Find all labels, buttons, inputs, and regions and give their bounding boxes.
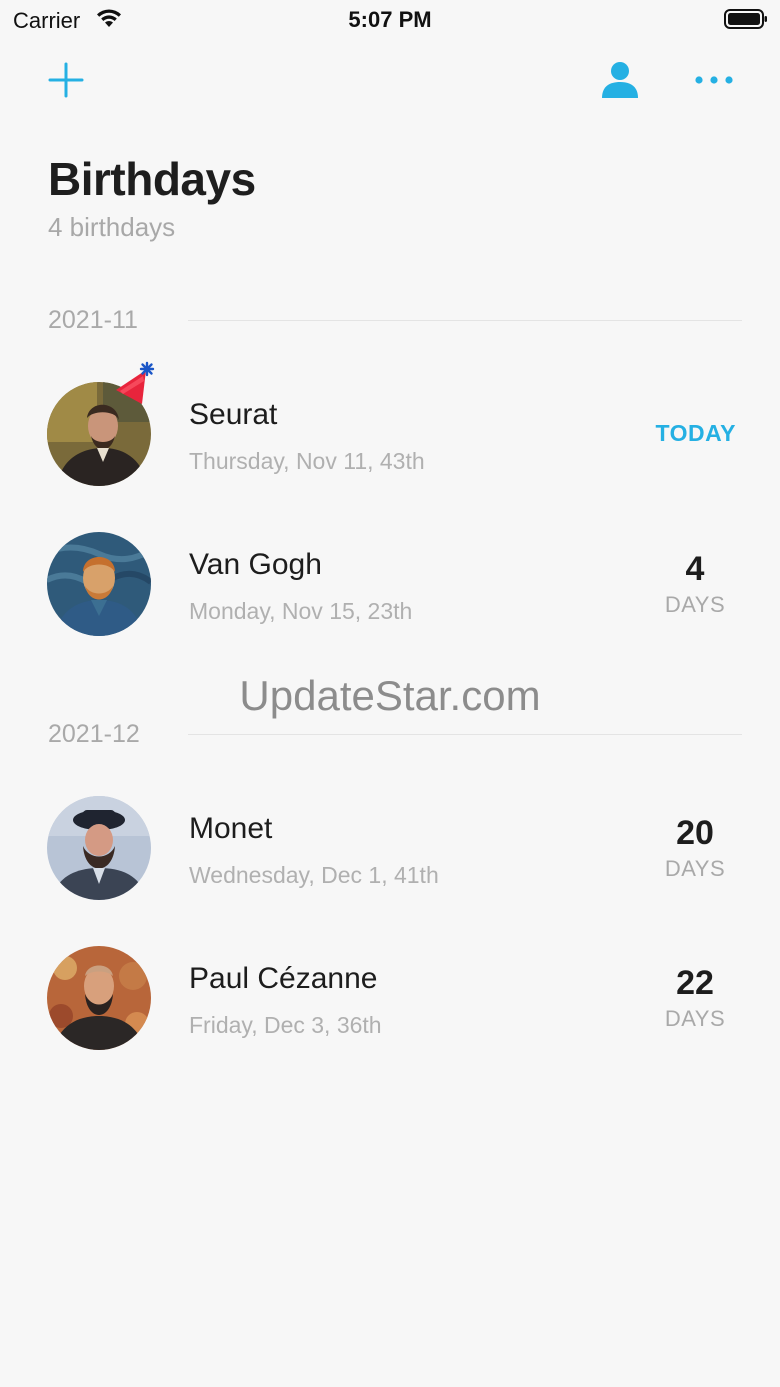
profile-button[interactable] — [598, 58, 642, 107]
row-name: Seurat — [189, 398, 278, 431]
avatar-van-gogh — [47, 532, 151, 636]
section-header-2021-12: 2021-12 — [48, 720, 140, 748]
days-count: 4 — [685, 550, 705, 588]
days-label: DAYS — [664, 856, 726, 881]
today-badge: TODAY — [655, 420, 736, 446]
battery-icon — [724, 8, 768, 35]
days-count: 20 — [676, 814, 714, 852]
more-button[interactable] — [692, 70, 736, 95]
birthday-row-seurat[interactable]: Seurat Thursday, Nov 11, 43th TODAY — [0, 361, 780, 502]
page-title: Birthdays — [48, 153, 256, 205]
birthday-row-monet[interactable]: Monet Wednesday, Dec 1, 41th 20 DAYS — [0, 796, 780, 916]
section-divider — [188, 320, 742, 321]
status-time: 5:07 PM — [348, 7, 432, 32]
avatar-paul-cezanne — [47, 946, 151, 1050]
section-header-2021-11: 2021-11 — [48, 306, 138, 334]
person-icon — [602, 62, 638, 98]
row-name: Van Gogh — [189, 548, 322, 581]
row-name: Paul Cézanne — [189, 962, 378, 995]
avatar-monet — [47, 796, 151, 900]
add-button[interactable] — [44, 58, 88, 107]
ellipsis-icon — [695, 76, 733, 84]
row-date: Friday, Dec 3, 36th — [189, 1012, 382, 1038]
row-date: Monday, Nov 15, 23th — [189, 598, 413, 624]
days-label: DAYS — [664, 592, 726, 617]
status-bar: Carrier 5:07 PM — [0, 0, 780, 40]
days-count: 22 — [676, 964, 714, 1002]
plus-icon — [48, 62, 84, 98]
watermark-text: UpdateStar.com — [239, 672, 541, 719]
birthday-row-van-gogh[interactable]: Van Gogh Monday, Nov 15, 23th 4 DAYS — [0, 532, 780, 652]
row-date: Wednesday, Dec 1, 41th — [189, 862, 439, 888]
row-date: Thursday, Nov 11, 43th — [189, 448, 425, 474]
row-name: Monet — [189, 812, 273, 845]
days-label: DAYS — [664, 1006, 726, 1031]
birthday-count: 4 birthdays — [48, 212, 176, 242]
section-divider — [188, 734, 742, 735]
birthday-row-paul-cezanne[interactable]: Paul Cézanne Friday, Dec 3, 36th 22 DAYS — [0, 946, 780, 1066]
party-hat-icon — [112, 360, 158, 411]
